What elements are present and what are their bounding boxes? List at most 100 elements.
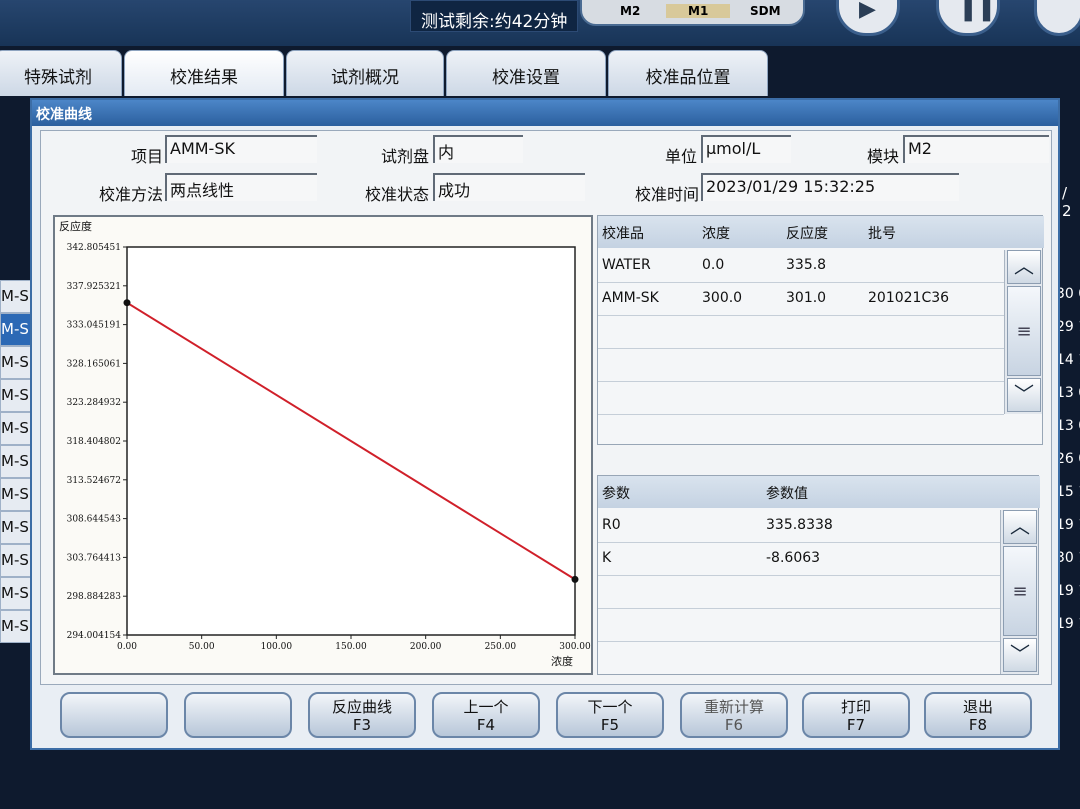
table-row[interactable] <box>598 609 1000 642</box>
scroll-thumb[interactable]: ≡ <box>1007 286 1041 376</box>
module-indicator: M2 M1 SDM <box>580 0 805 26</box>
data-point <box>571 575 579 583</box>
play-icon: ▶ <box>859 0 876 22</box>
table-row[interactable] <box>598 382 1004 415</box>
parameter-table: 参数 参数值 R0 335.8338 K -8.6063 ︿ ≡ ﹀ <box>597 475 1040 675</box>
print-button[interactable]: 打印 F7 <box>802 692 910 738</box>
calibration-curve-dialog: 校准曲线 项目 AMM-SK 试剂盘 内 单位 μmol/L 模块 M2 校准方… <box>30 98 1060 750</box>
table-cell: K <box>602 550 612 566</box>
column-header: 参数值 <box>766 486 808 502</box>
table-row[interactable] <box>598 576 1000 609</box>
reaction-curve-button[interactable]: 反应曲线 F3 <box>308 692 416 738</box>
parameter-table-header: 参数 参数值 <box>598 476 1040 508</box>
column-header: 校准品 <box>602 226 644 242</box>
chevron-down-icon: ﹀ <box>1010 642 1030 666</box>
table-row[interactable]: AMM-SK 300.0 301.0 201021C36 <box>598 283 1004 316</box>
previous-button[interactable]: 上一个 F4 <box>432 692 540 738</box>
function-button-2[interactable] <box>184 692 292 738</box>
scroll-up-button[interactable]: ︿ <box>1007 250 1041 284</box>
table-cell: AMM-SK <box>602 290 659 306</box>
button-key: F5 <box>600 716 620 734</box>
tab-reagent-overview[interactable]: 试剂概况 <box>286 50 444 96</box>
y-tick-label: 328.165061 <box>67 359 121 369</box>
status-bar: 测试剩余:约42分钟 M2 M1 SDM ▶ ❚❚ <box>0 0 1080 46</box>
button-label: 反应曲线 <box>331 698 392 716</box>
module-label: 模块 <box>867 147 900 166</box>
chevron-down-icon: ﹀ <box>1014 382 1034 406</box>
scroll-down-button[interactable]: ﹀ <box>1003 638 1037 672</box>
calibrator-scrollbar[interactable]: ︿ ≡ ﹀ <box>1004 250 1042 414</box>
tab-calibration-result[interactable]: 校准结果 <box>124 50 284 96</box>
dialog-content: 项目 AMM-SK 试剂盘 内 单位 μmol/L 模块 M2 校准方法 两点线… <box>40 130 1052 685</box>
calibration-chart-svg: 反应度 浓度 342.805451 337.925321 333.045191 328… <box>59 219 591 668</box>
y-tick-label: 337.925321 <box>67 282 121 292</box>
grip-icon: ≡ <box>1012 581 1028 602</box>
stop-button[interactable] <box>1034 0 1080 36</box>
function-button-1[interactable] <box>60 692 168 738</box>
scroll-up-button[interactable]: ︿ <box>1003 510 1037 544</box>
chevron-up-icon: ︿ <box>1014 254 1034 278</box>
scroll-thumb[interactable]: ≡ <box>1003 546 1037 636</box>
x-tick-label: 250.00 <box>485 642 517 652</box>
unit-label: 单位 <box>665 147 698 166</box>
calibrator-table-header: 校准品 浓度 反应度 批号 <box>598 216 1044 248</box>
table-cell: 301.0 <box>786 290 827 306</box>
y-tick-label: 298.884283 <box>67 592 122 602</box>
tab-calibrator-position[interactable]: 校准品位置 <box>608 50 768 96</box>
table-cell: 0.0 <box>702 257 725 273</box>
table-cell: WATER <box>602 257 651 273</box>
data-point <box>123 299 131 307</box>
scroll-down-button[interactable]: ﹀ <box>1007 378 1041 412</box>
start-button[interactable]: ▶ <box>836 0 900 36</box>
unit-value: μmol/L <box>701 135 791 163</box>
button-key: F3 <box>352 716 372 734</box>
column-header: 反应度 <box>786 226 828 242</box>
table-cell: R0 <box>602 517 621 533</box>
table-cell: 300.0 <box>702 290 743 306</box>
y-tick-label: 303.764413 <box>67 553 122 563</box>
item-label: 项目 <box>131 147 164 166</box>
button-key: F4 <box>476 716 496 734</box>
recalculate-button[interactable]: 重新计算 F6 <box>680 692 788 738</box>
calibration-chart: 反应度 浓度 342.805451 337.925321 333.045191 328… <box>53 215 593 675</box>
column-header: 批号 <box>868 226 896 242</box>
table-row[interactable] <box>598 316 1004 349</box>
column-header: 浓度 <box>702 226 730 242</box>
table-row[interactable] <box>598 349 1004 382</box>
tab-special-reagent[interactable]: 特殊试剂 <box>0 50 122 96</box>
column-header: 参数 <box>602 486 630 502</box>
table-row[interactable]: K -8.6063 <box>598 543 1000 576</box>
method-value: 两点线性 <box>165 173 317 201</box>
state-value: 成功 <box>433 173 585 201</box>
method-label: 校准方法 <box>99 185 164 204</box>
button-key: F7 <box>846 716 866 734</box>
y-tick-label: 318.404802 <box>67 437 121 447</box>
next-button[interactable]: 下一个 F5 <box>556 692 664 738</box>
y-tick-label: 308.644543 <box>67 515 122 525</box>
x-tick-label: 150.00 <box>335 642 367 652</box>
tray-value: 内 <box>433 135 523 163</box>
y-tick-label: 294.004154 <box>67 631 122 641</box>
calibrator-table: 校准品 浓度 反应度 批号 WATER 0.0 335.8 AMM-SK 300… <box>597 215 1044 445</box>
tab-calibration-settings[interactable]: 校准设置 <box>446 50 606 96</box>
chart-x-label: 浓度 <box>551 654 573 668</box>
button-label: 下一个 <box>587 698 633 716</box>
x-tick-label: 100.00 <box>261 642 293 652</box>
item-value: AMM-SK <box>165 135 317 163</box>
right-fragment: / 2 <box>1062 184 1072 220</box>
module-sdm: SDM <box>750 4 781 18</box>
table-row[interactable]: WATER 0.0 335.8 <box>598 250 1004 283</box>
table-cell: -8.6063 <box>766 550 821 566</box>
time-value: 2023/01/29 15:32:25 <box>701 173 959 201</box>
tab-bar: 特殊试剂 校准结果 试剂概况 校准设置 校准品位置 <box>0 50 1080 96</box>
pause-button[interactable]: ❚❚ <box>936 0 1000 36</box>
parameter-scrollbar[interactable]: ︿ ≡ ﹀ <box>1000 510 1038 674</box>
chevron-up-icon: ︿ <box>1010 514 1030 538</box>
table-row[interactable]: R0 335.8338 <box>598 510 1000 543</box>
button-key: F6 <box>724 716 744 734</box>
tray-label: 试剂盘 <box>381 147 430 166</box>
exit-button[interactable]: 退出 F8 <box>924 692 1032 738</box>
table-cell: 201021C36 <box>868 290 950 306</box>
button-label: 打印 <box>840 698 871 716</box>
remaining-time: 测试剩余:约42分钟 <box>410 0 579 32</box>
